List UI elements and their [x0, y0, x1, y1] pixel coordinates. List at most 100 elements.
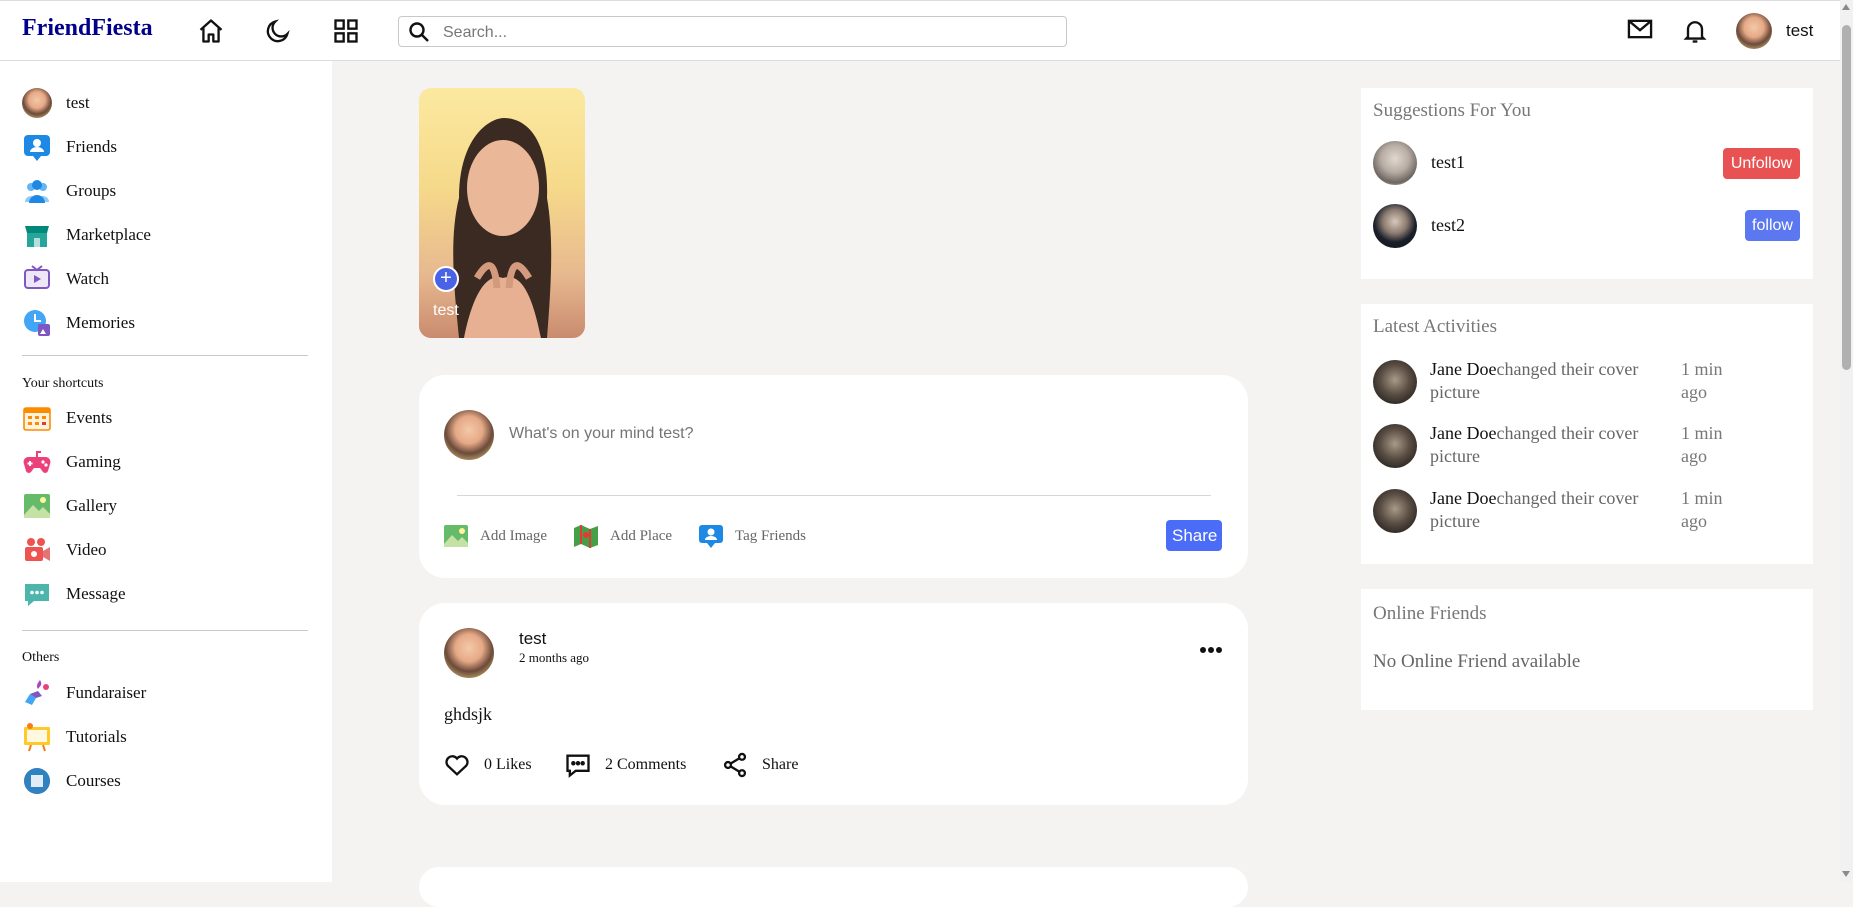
suggestion-avatar[interactable] [1373, 141, 1417, 185]
online-friends-panel: Online Friends No Online Friend availabl… [1361, 589, 1813, 710]
activity-user[interactable]: Jane Doe [1430, 423, 1496, 443]
activity-user[interactable]: Jane Doe [1430, 359, 1496, 379]
app-logo[interactable]: FriendFiesta [22, 15, 153, 42]
suggestions-title: Suggestions For You [1373, 100, 1531, 121]
add-place-button[interactable]: Add Place [573, 523, 672, 549]
page-scrollbar[interactable] [1840, 0, 1853, 882]
activity-text: Jane Doechanged their cover picture [1430, 487, 1680, 533]
message-icon [25, 584, 49, 606]
gallery-icon [24, 494, 50, 518]
post-author-name[interactable]: test [519, 629, 546, 649]
post-composer: Add Image Add Place Tag Friends Share [419, 375, 1248, 578]
suggestion-name[interactable]: test1 [1431, 152, 1465, 173]
sidebar-item-courses[interactable]: Courses [22, 765, 121, 797]
composer-divider [457, 495, 1211, 496]
activity-avatar[interactable] [1373, 424, 1417, 468]
memories-icon [24, 310, 50, 336]
suggestion-name[interactable]: test2 [1431, 215, 1465, 236]
moon-icon[interactable] [264, 17, 292, 45]
story-image [453, 118, 552, 338]
add-place-label: Add Place [610, 527, 673, 544]
add-image-button[interactable]: Add Image [443, 523, 547, 549]
search-input[interactable] [441, 21, 1045, 45]
sidebar-item-message[interactable]: Message [22, 578, 125, 610]
sidebar-item-profile[interactable]: test [22, 87, 90, 119]
grid-icon[interactable] [332, 17, 360, 45]
image-icon [444, 525, 468, 547]
sidebar-item-marketplace[interactable]: Marketplace [22, 219, 151, 251]
events-icon [23, 407, 51, 431]
story-card[interactable]: + test [419, 88, 585, 338]
sidebar-item-gallery[interactable]: Gallery [22, 490, 117, 522]
activity-text: Jane Doechanged their cover picture [1430, 358, 1680, 404]
post-input[interactable] [507, 424, 1111, 444]
sidebar-item-gaming[interactable]: Gaming [22, 446, 121, 478]
post-timestamp: 2 months ago [519, 650, 590, 665]
share-button[interactable]: Share [721, 751, 798, 779]
online-friends-title: Online Friends [1373, 603, 1487, 624]
share-post-button[interactable]: Share [1166, 520, 1222, 551]
suggestion-avatar[interactable] [1373, 204, 1417, 248]
like-button[interactable]: 0 Likes [443, 751, 532, 779]
left-sidebar: test Friends Groups Marketplace Watch Me… [0, 61, 332, 882]
share-icon [723, 752, 747, 778]
sidebar-item-label: Tutorials [66, 727, 127, 746]
story-author-name: test [433, 302, 459, 319]
activity-time: 1 min ago [1681, 423, 1723, 466]
sidebar-divider [22, 355, 308, 356]
activity-text: Jane Doechanged their cover picture [1430, 422, 1680, 468]
groups-icon [25, 180, 49, 203]
sidebar-item-events[interactable]: Events [22, 402, 112, 434]
post-card: test 2 months ago ghdsjk 0 Likes 2 Comme… [419, 603, 1248, 805]
activity-item: Jane Doechanged their cover picture 1 mi… [1373, 422, 1803, 470]
sidebar-avatar [22, 88, 52, 118]
sidebar-item-label: test [66, 93, 90, 112]
sidebar-item-label: Groups [66, 181, 117, 200]
share-label: Share [762, 756, 799, 773]
sidebar-item-label: Courses [66, 771, 121, 790]
top-user-name[interactable]: test [1786, 21, 1813, 41]
sidebar-item-label: Gallery [66, 496, 117, 515]
fundraiser-icon [25, 680, 49, 705]
tag-friends-button[interactable]: Tag Friends [698, 523, 806, 549]
post-text: ghdsjk [444, 704, 493, 724]
sidebar-item-video[interactable]: Video [22, 534, 107, 566]
post-author-avatar[interactable] [444, 628, 494, 678]
suggestions-panel: Suggestions For You test1 Unfollow test2… [1361, 88, 1813, 279]
unfollow-button[interactable]: Unfollow [1723, 148, 1800, 179]
shortcuts-heading: Your shortcuts [22, 376, 104, 391]
comments-count: 2 Comments [605, 756, 687, 773]
scroll-down-arrow[interactable] [1842, 871, 1850, 877]
sidebar-item-fundraiser[interactable]: Fundaraiser [22, 677, 146, 709]
sidebar-item-groups[interactable]: Groups [22, 175, 116, 207]
more-options-icon[interactable] [1199, 645, 1223, 655]
activities-title: Latest Activities [1373, 316, 1498, 337]
activity-avatar[interactable] [1373, 360, 1417, 404]
sidebar-item-label: Fundaraiser [66, 683, 147, 702]
search-bar [398, 16, 1067, 47]
home-icon[interactable] [197, 17, 225, 45]
sidebar-item-friends[interactable]: Friends [22, 131, 117, 163]
sidebar-item-memories[interactable]: Memories [22, 307, 135, 339]
add-story-button[interactable]: + [433, 266, 459, 292]
map-icon [574, 525, 598, 548]
activity-user[interactable]: Jane Doe [1430, 488, 1496, 508]
tutorials-icon [24, 723, 50, 752]
sidebar-item-label: Video [66, 540, 107, 559]
sidebar-item-label: Events [66, 408, 113, 427]
top-navbar: FriendFiesta test [0, 0, 1853, 61]
bell-icon[interactable] [1681, 17, 1709, 45]
mail-icon[interactable] [1626, 15, 1654, 43]
scroll-up-arrow[interactable] [1842, 4, 1850, 10]
top-user-avatar[interactable] [1736, 13, 1772, 49]
scrollbar-thumb[interactable] [1842, 25, 1851, 370]
likes-count: 0 Likes [484, 756, 532, 773]
sidebar-item-tutorials[interactable]: Tutorials [22, 721, 127, 753]
comments-button[interactable]: 2 Comments [564, 751, 686, 779]
activity-avatar[interactable] [1373, 489, 1417, 533]
sidebar-item-watch[interactable]: Watch [22, 263, 109, 295]
follow-button[interactable]: follow [1745, 210, 1800, 241]
sidebar-item-label: Message [66, 584, 126, 603]
tag-friends-label: Tag Friends [735, 527, 807, 544]
others-heading: Others [22, 650, 60, 665]
